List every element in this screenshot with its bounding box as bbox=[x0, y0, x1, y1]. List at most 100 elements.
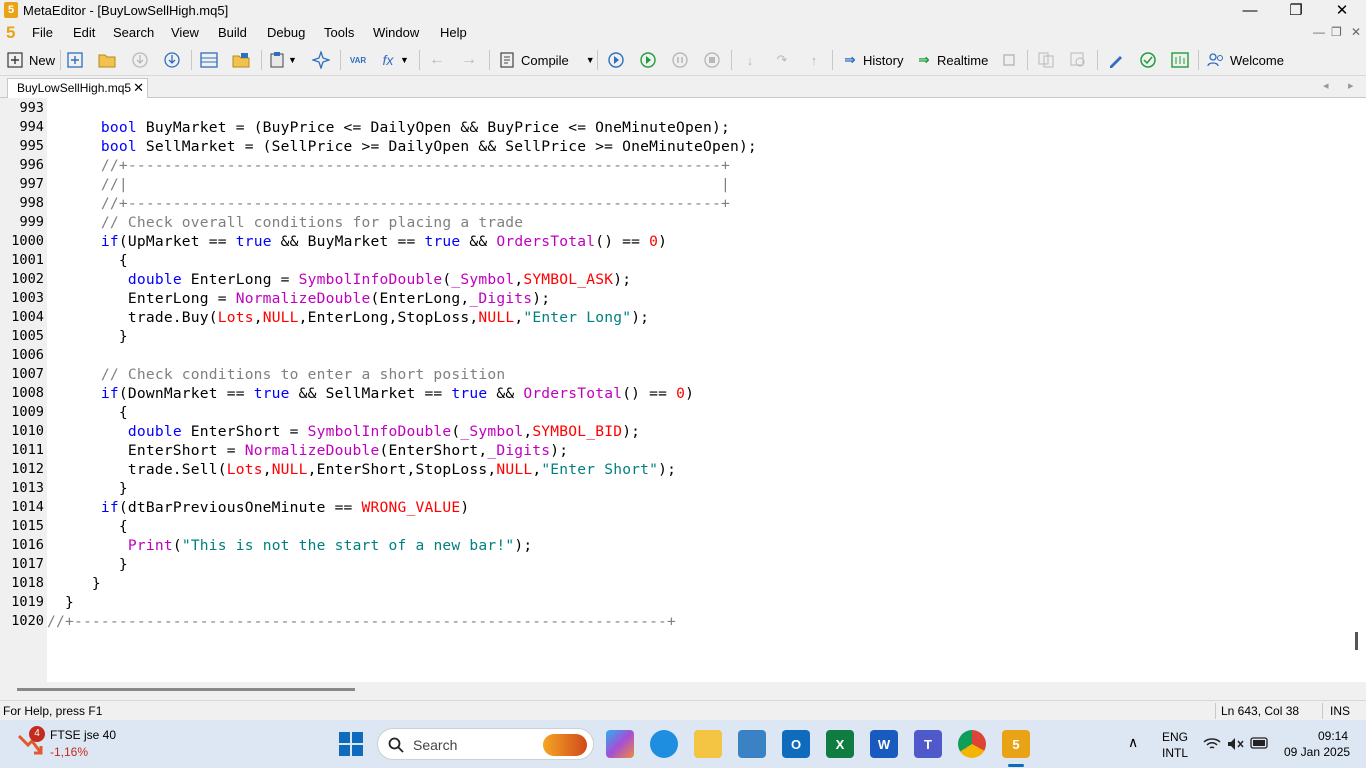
step-out-button[interactable]: ↑ bbox=[805, 49, 823, 71]
maximize-button[interactable]: ❐ bbox=[1273, 0, 1319, 22]
diff-button[interactable] bbox=[1069, 49, 1087, 71]
stock-widget[interactable]: 4 bbox=[16, 726, 46, 758]
back-button[interactable]: ← bbox=[428, 49, 446, 71]
clock-time[interactable]: 09:14 bbox=[1318, 729, 1348, 743]
realtime-button[interactable]: ⇒ Realtime bbox=[915, 49, 989, 71]
teams-icon[interactable]: T bbox=[914, 730, 942, 758]
menu-search[interactable]: Search bbox=[113, 25, 154, 40]
tab-scroll-left-icon[interactable]: ◂ bbox=[1323, 79, 1329, 92]
pause-button[interactable] bbox=[671, 49, 689, 71]
code-line[interactable]: if(dtBarPreviousOneMinute == WRONG_VALUE… bbox=[47, 498, 469, 517]
save-all-button[interactable] bbox=[163, 49, 181, 71]
navigator-button[interactable] bbox=[200, 49, 218, 71]
excel-icon[interactable]: X bbox=[826, 730, 854, 758]
code-line[interactable]: trade.Buy(Lots,NULL,EnterLong,StopLoss,N… bbox=[47, 308, 649, 327]
menu-build[interactable]: Build bbox=[218, 25, 247, 40]
wifi-icon[interactable] bbox=[1203, 736, 1221, 752]
code-line[interactable]: } bbox=[47, 555, 128, 574]
mdi-close-button[interactable]: ✕ bbox=[1351, 25, 1361, 39]
remote-desktop-icon[interactable] bbox=[738, 730, 766, 758]
code-line[interactable]: { bbox=[47, 517, 128, 536]
stop-test-button[interactable] bbox=[1000, 49, 1018, 71]
battery-icon[interactable] bbox=[1250, 737, 1270, 749]
tab-buylowsellhigh[interactable]: BuyLowSellHigh.mq5 ✕ bbox=[7, 78, 148, 98]
code-line[interactable]: bool BuyMarket = (BuyPrice <= DailyOpen … bbox=[47, 118, 730, 137]
code-line[interactable]: EnterLong = NormalizeDouble(EnterLong,_D… bbox=[47, 289, 550, 308]
step-into-button[interactable]: ↓ bbox=[741, 49, 759, 71]
stop-button[interactable] bbox=[703, 49, 721, 71]
code-line[interactable]: Print("This is not the start of a new ba… bbox=[47, 536, 532, 555]
chrome-icon[interactable] bbox=[958, 730, 986, 758]
menu-view[interactable]: View bbox=[171, 25, 199, 40]
menu-debug[interactable]: Debug bbox=[267, 25, 305, 40]
vertical-scroll-thumb[interactable] bbox=[1355, 632, 1358, 650]
code-line[interactable]: double EnterShort = SymbolInfoDouble(_Sy… bbox=[47, 422, 640, 441]
taskbar-search[interactable]: Search bbox=[377, 728, 594, 760]
ai-assist-button[interactable] bbox=[312, 49, 330, 71]
toolbox-button[interactable] bbox=[232, 49, 250, 71]
compile-button[interactable]: Compile ▼ bbox=[498, 49, 595, 71]
code-line[interactable]: } bbox=[47, 593, 74, 612]
code-line[interactable]: trade.Sell(Lots,NULL,EnterShort,StopLoss… bbox=[47, 460, 676, 479]
code-line[interactable]: bool SellMarket = (SellPrice >= DailyOpe… bbox=[47, 137, 757, 156]
horizontal-scroll-thumb[interactable] bbox=[17, 688, 355, 691]
menu-tools[interactable]: Tools bbox=[324, 25, 354, 40]
code-line[interactable]: //+-------------------------------------… bbox=[47, 156, 730, 175]
welcome-button[interactable]: Welcome bbox=[1207, 49, 1284, 71]
language-primary[interactable]: ENG bbox=[1162, 730, 1188, 744]
compare-button[interactable] bbox=[1037, 49, 1055, 71]
metaeditor-icon[interactable]: 5 bbox=[1002, 730, 1030, 758]
insert-function-button[interactable]: fx ▼ bbox=[379, 49, 409, 71]
forward-button[interactable]: → bbox=[460, 49, 478, 71]
close-button[interactable]: ✕ bbox=[1319, 0, 1365, 22]
volume-muted-icon[interactable] bbox=[1226, 736, 1244, 752]
file-explorer-icon[interactable] bbox=[694, 730, 722, 758]
copilot-icon[interactable] bbox=[606, 730, 634, 758]
new-project-button[interactable] bbox=[66, 49, 84, 71]
menu-edit[interactable]: Edit bbox=[73, 25, 95, 40]
mdi-minimize-button[interactable]: — bbox=[1313, 25, 1325, 39]
style-button[interactable] bbox=[1107, 49, 1125, 71]
tab-close-icon[interactable]: ✕ bbox=[133, 80, 144, 96]
code-line[interactable]: //+-------------------------------------… bbox=[47, 194, 730, 213]
code-line[interactable]: if(UpMarket == true && BuyMarket == true… bbox=[47, 232, 667, 251]
code-line[interactable]: //+-------------------------------------… bbox=[47, 612, 676, 631]
cloud-button[interactable] bbox=[1139, 49, 1157, 71]
menu-window[interactable]: Window bbox=[373, 25, 419, 40]
chevron-up-icon[interactable]: ∧ bbox=[1128, 734, 1138, 751]
code-line[interactable]: //| | bbox=[47, 175, 730, 194]
code-line[interactable]: } bbox=[47, 327, 128, 346]
open-button[interactable] bbox=[98, 49, 116, 71]
start-button[interactable] bbox=[339, 732, 363, 756]
terminal-button[interactable] bbox=[1171, 49, 1189, 71]
tab-scroll-right-icon[interactable]: ▸ bbox=[1348, 79, 1354, 92]
mdi-restore-button[interactable]: ❐ bbox=[1331, 25, 1342, 39]
minimize-button[interactable]: — bbox=[1227, 0, 1273, 22]
code-line[interactable]: double EnterLong = SymbolInfoDouble(_Sym… bbox=[47, 270, 631, 289]
code-editor[interactable]: 993 994 995 996 997 998 999 1000 1001 1002 1003 100… bbox=[0, 98, 1348, 682]
outlook-icon[interactable]: O bbox=[782, 730, 810, 758]
code-line[interactable]: { bbox=[47, 403, 128, 422]
code-line[interactable]: } bbox=[47, 574, 101, 593]
language-secondary[interactable]: INTL bbox=[1162, 746, 1188, 760]
code-line[interactable]: EnterShort = NormalizeDouble(EnterShort,… bbox=[47, 441, 568, 460]
history-button[interactable]: ⇒ History bbox=[841, 49, 904, 71]
paste-button[interactable]: ▼ bbox=[268, 49, 297, 71]
code-line[interactable]: // Check overall conditions for placing … bbox=[47, 213, 523, 232]
menu-file[interactable]: File bbox=[32, 25, 53, 40]
clock-date[interactable]: 09 Jan 2025 bbox=[1284, 745, 1350, 759]
edge-icon[interactable] bbox=[650, 730, 678, 758]
new-button[interactable]: New bbox=[6, 49, 55, 71]
code-line[interactable]: { bbox=[47, 251, 128, 270]
menu-help[interactable]: Help bbox=[440, 25, 467, 40]
code-line[interactable]: if(DownMarket == true && SellMarket == t… bbox=[47, 384, 694, 403]
insert-variable-button[interactable]: VAR bbox=[349, 49, 367, 71]
code-line[interactable]: } bbox=[47, 479, 128, 498]
code-line[interactable]: // Check conditions to enter a short pos… bbox=[47, 365, 505, 384]
horizontal-scrollbar[interactable] bbox=[0, 682, 1366, 700]
step-over-button[interactable]: ↷ bbox=[773, 49, 791, 71]
start-debug-button[interactable] bbox=[639, 49, 657, 71]
word-icon[interactable]: W bbox=[870, 730, 898, 758]
vertical-scrollbar[interactable] bbox=[1348, 98, 1366, 682]
start-profiling-button[interactable] bbox=[607, 49, 625, 71]
